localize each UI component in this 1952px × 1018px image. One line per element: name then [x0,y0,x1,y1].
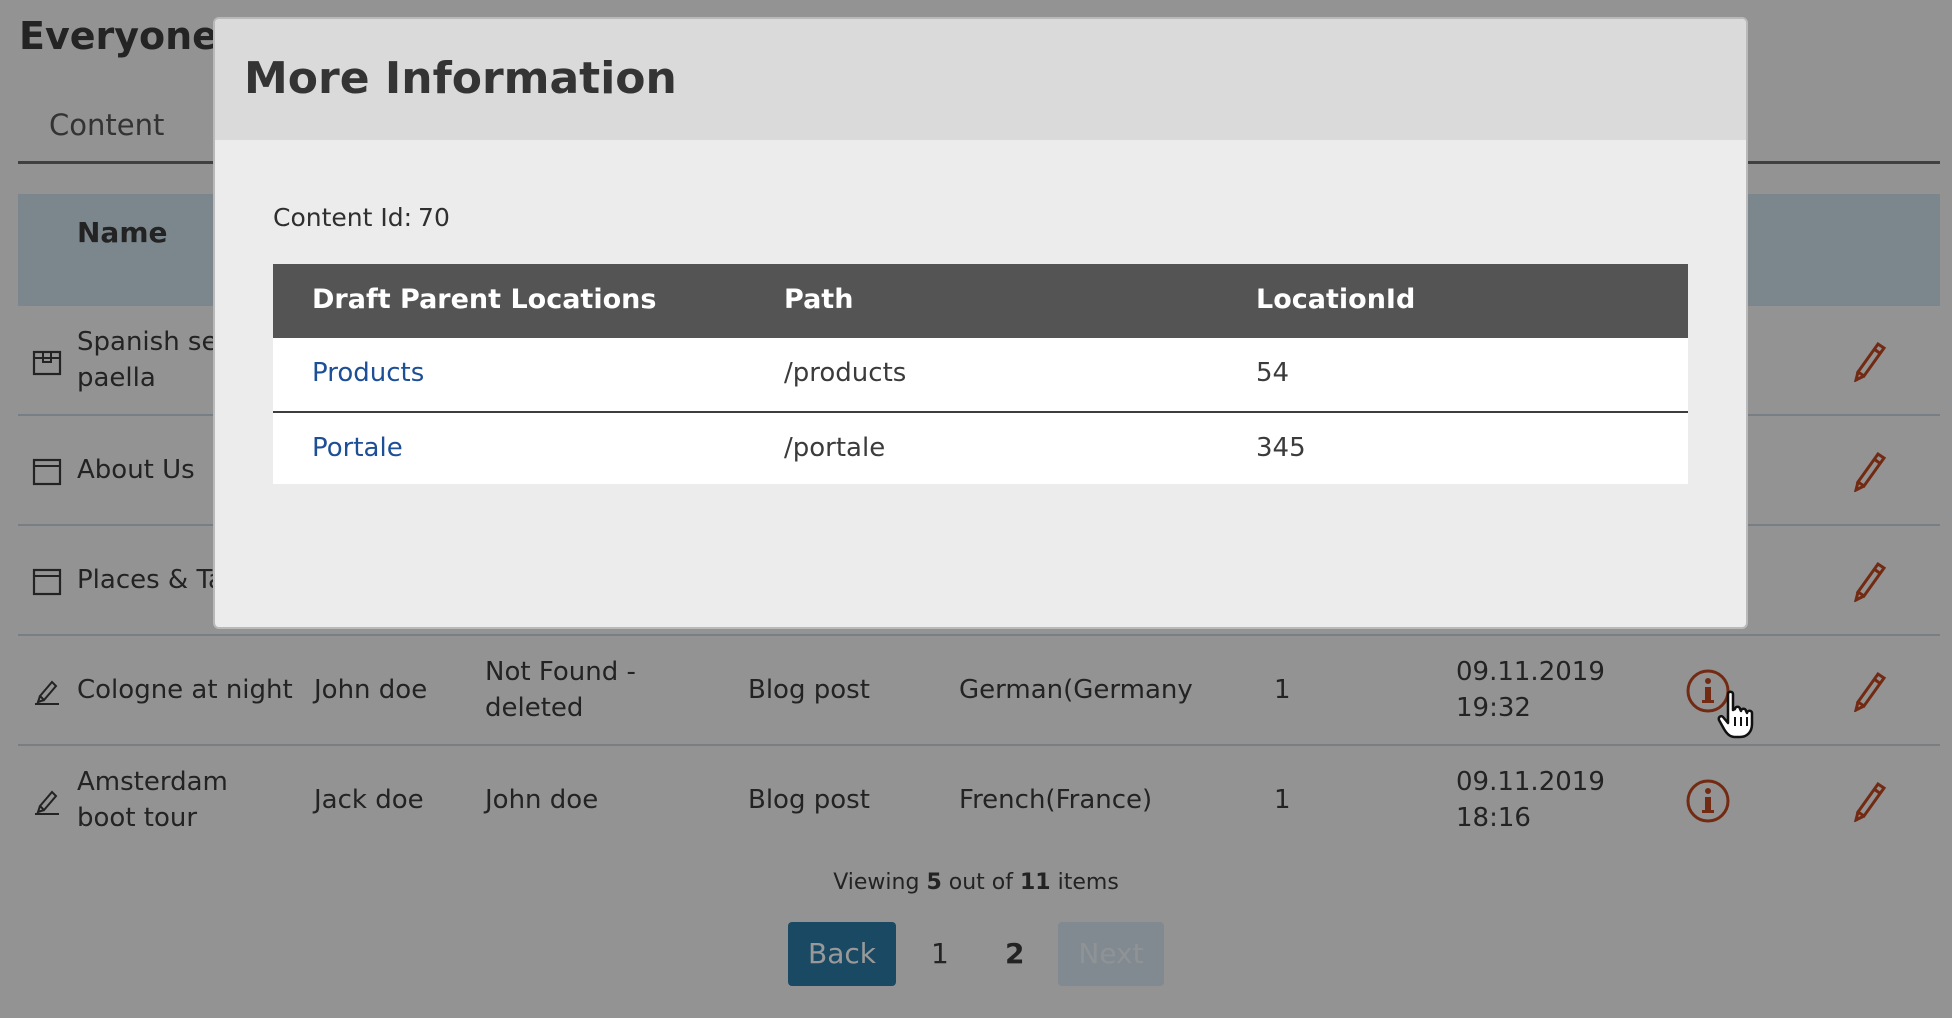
modal-title: More Information [244,53,677,104]
parent-locations-table: Draft Parent Locations Path LocationId P… [273,264,1688,484]
column-header-location-id: LocationId [1256,284,1416,315]
location-id: 54 [1256,358,1290,388]
hand-pointer-cursor-icon [1717,690,1754,739]
parent-locations-header: Draft Parent Locations Path LocationId [273,264,1688,338]
column-header-path: Path [784,284,854,315]
location-id: 345 [1256,433,1306,463]
column-header-draft-parent-locations: Draft Parent Locations [312,284,657,315]
content-id-value: 70 [418,203,450,232]
location-path: /products [784,358,907,388]
location-link-products[interactable]: Products [312,358,424,388]
location-link-portale[interactable]: Portale [312,433,403,463]
location-path: /portale [784,433,886,463]
table-row: Portale /portale 345 [273,411,1688,484]
content-id: Content Id: 70 [273,203,450,232]
content-id-label: Content Id: [273,203,413,232]
modal-header: More Information [215,19,1746,140]
more-information-dialog: More Information Content Id: 70 Draft Par… [213,17,1748,629]
table-row: Products /products 54 [273,338,1688,411]
